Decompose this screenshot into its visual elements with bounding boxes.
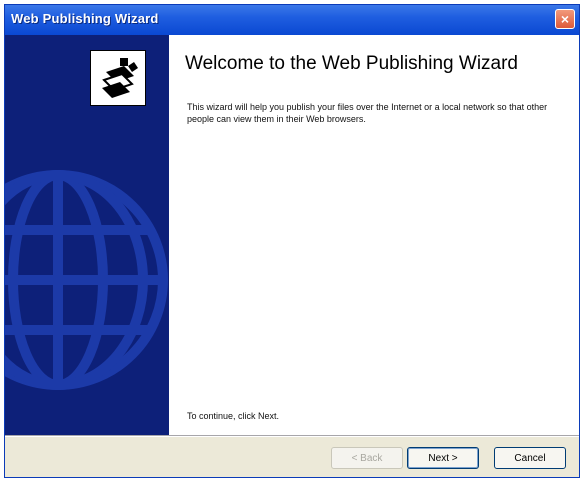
web-publishing-icon	[90, 50, 146, 106]
description-text: This wizard will help you publish your f…	[187, 102, 548, 124]
close-button[interactable]: ×	[555, 9, 575, 29]
wizard-content: Welcome to the Web Publishing Wizard Thi…	[5, 35, 579, 435]
close-icon: ×	[560, 11, 570, 27]
sidebar-panel	[5, 35, 169, 435]
globe-icon	[5, 170, 168, 390]
title-bar[interactable]: Web Publishing Wizard ×	[5, 5, 579, 35]
cancel-button[interactable]: Cancel	[494, 447, 566, 469]
bottom-divider	[5, 435, 579, 437]
continue-instruction: To continue, click Next.	[187, 411, 280, 421]
page-title: Welcome to the Web Publishing Wizard	[185, 53, 519, 74]
next-button[interactable]: Next >	[407, 447, 479, 469]
back-button[interactable]: < Back	[331, 447, 403, 469]
window-title: Web Publishing Wizard	[11, 11, 159, 26]
wizard-window: Web Publishing Wizard × Welcome to the W…	[4, 4, 580, 478]
